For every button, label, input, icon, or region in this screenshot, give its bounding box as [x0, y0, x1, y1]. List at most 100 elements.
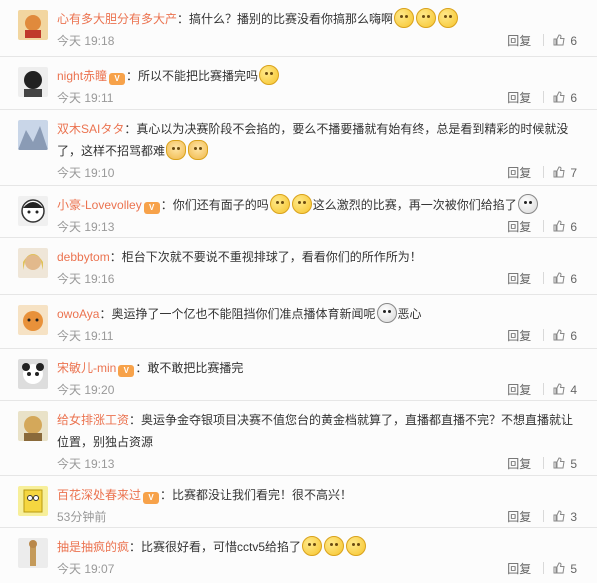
username-link[interactable]: 抽是抽疯的疯 [57, 540, 129, 554]
username-link[interactable]: debbytom [57, 250, 110, 264]
like-count: 4 [570, 383, 577, 397]
like-button[interactable]: 5 [553, 562, 577, 576]
reply-button[interactable]: 回复 [507, 562, 531, 576]
emoji-icon [302, 536, 323, 556]
comment-body: ：奥运争金夺银项目决赛不值您台的黄金档就算了，直播都直播不完？不想直播就让位置，… [57, 413, 574, 449]
timestamp: 今天 19:11 [57, 91, 114, 105]
comment-item: owoAya：奥运挣了一个亿也不能阻挡你们准点播体育新闻呢 恶心 今天 19:11… [0, 295, 597, 349]
comment-meta: 今天 19:20 回复 4 [57, 379, 577, 402]
like-button[interactable]: 6 [553, 34, 577, 48]
comment-item: 小豪-Lovevolley V ：你们还有面子的吗 这么激烈的比赛，再一次被你们给掐了… [0, 186, 597, 238]
avatar[interactable] [18, 196, 48, 226]
vip-badge-icon: V [109, 73, 126, 85]
username-link[interactable]: 双木SAIタタ [57, 122, 124, 136]
comment-text: owoAya：奥运挣了一个亿也不能阻挡你们准点播体育新闻呢 恶心 [57, 303, 577, 325]
vip-badge-icon: V [143, 202, 160, 214]
emoji-icon [324, 536, 345, 556]
divider [543, 562, 545, 574]
reply-button[interactable]: 回复 [507, 510, 531, 524]
comment-actions: 回复 6 [507, 30, 577, 52]
comment-item: 百花深处春来过 V ：比赛都没让我们看完！很不高兴！ 53分钟前 回复 3 [0, 476, 597, 528]
reply-button[interactable]: 回复 [507, 383, 531, 397]
avatar[interactable] [18, 359, 48, 389]
like-button[interactable]: 6 [553, 220, 577, 234]
reply-button[interactable]: 回复 [507, 166, 531, 180]
thumb-up-icon [553, 220, 565, 232]
avatar[interactable] [18, 305, 48, 335]
emoji-icon [438, 8, 459, 28]
comment-item: 抽是抽疯的疯：比赛很好看，可惜cctv5给掐了 今天 19:07 回复 5 [0, 528, 597, 583]
username-link[interactable]: 给女排涨工资 [57, 413, 129, 427]
divider [543, 383, 545, 395]
like-button[interactable]: 4 [553, 383, 577, 397]
comment-text: debbytom：柜台下次就不要说不重视排球了，看看你们的所作所为！ [57, 246, 577, 268]
thumb-up-icon [553, 166, 565, 178]
like-count: 3 [570, 510, 577, 524]
avatar[interactable] [18, 411, 48, 441]
thumb-up-icon [553, 562, 565, 574]
comment-meta: 今天 19:11 回复 6 [57, 325, 577, 348]
comment-actions: 回复 6 [507, 325, 577, 347]
like-count: 5 [570, 562, 577, 576]
username-link[interactable]: 百花深处春来过 [57, 488, 141, 502]
comment-meta: 今天 19:11 回复 6 [57, 87, 577, 110]
comment-meta: 今天 19:18 回复 6 [57, 30, 577, 53]
username-link[interactable]: 小豪-Lovevolley [57, 198, 142, 212]
username-link[interactable]: owoAya [57, 307, 99, 321]
like-button[interactable]: 6 [553, 329, 577, 343]
comment-actions: 回复 7 [507, 162, 577, 184]
reply-button[interactable]: 回复 [507, 34, 531, 48]
reply-button[interactable]: 回复 [507, 220, 531, 234]
comment-meta: 今天 19:13 回复 6 [57, 216, 577, 239]
avatar[interactable] [18, 486, 48, 516]
avatar[interactable] [18, 538, 48, 568]
comment-body: ：比赛很好看，可惜cctv5给掐了 [129, 540, 302, 554]
comment-text: 宋敏儿-min V ：敢不敢把比赛播完 [57, 357, 577, 379]
like-count: 5 [570, 457, 577, 471]
avatar[interactable] [18, 10, 48, 40]
avatar[interactable] [18, 120, 48, 150]
vip-badge-icon: V [143, 492, 160, 504]
comment-body-cont: 恶心 [397, 307, 422, 321]
comment-text: 给女排涨工资：奥运争金夺银项目决赛不值您台的黄金档就算了，直播都直播不完？不想直… [57, 409, 577, 453]
like-button[interactable]: 7 [553, 166, 577, 180]
thumb-up-icon [553, 510, 565, 522]
timestamp: 今天 19:20 [57, 383, 115, 397]
comment-body: ：真心以为决赛阶段不会掐的，要么不播要播就有始有终，总是看到精彩的时候就没了，这… [57, 122, 569, 158]
reply-button[interactable]: 回复 [507, 329, 531, 343]
comment-meta: 今天 19:16 回复 6 [57, 268, 577, 291]
timestamp: 今天 19:07 [57, 562, 115, 576]
comment-body: ：搞什么？播别的比赛没看你搞那么嗨啊 [177, 12, 394, 26]
avatar[interactable] [18, 67, 48, 97]
comment-actions: 回复 4 [507, 379, 577, 401]
comment-body: ：奥运挣了一个亿也不能阻挡你们准点播体育新闻呢 [99, 307, 376, 321]
like-button[interactable]: 6 [553, 91, 577, 105]
comment-actions: 回复 5 [507, 558, 577, 580]
like-button[interactable]: 5 [553, 457, 577, 471]
reply-button[interactable]: 回复 [507, 457, 531, 471]
avatar[interactable] [18, 248, 48, 278]
like-button[interactable]: 3 [553, 510, 577, 524]
comment-item: night赤瞳 V ：所以不能把比赛播完吗 今天 19:11 回复 6 [0, 57, 597, 110]
username-link[interactable]: 宋敏儿-min [57, 361, 116, 375]
comment-item: 给女排涨工资：奥运争金夺银项目决赛不值您台的黄金档就算了，直播都直播不完？不想直… [0, 401, 597, 476]
comment-body-cont: 这么激烈的比赛，再一次被你们给掐了 [312, 198, 517, 212]
like-count: 6 [570, 272, 577, 286]
reply-button[interactable]: 回复 [507, 91, 531, 105]
emoji-icon [259, 65, 280, 85]
like-count: 6 [570, 329, 577, 343]
reply-button[interactable]: 回复 [507, 272, 531, 286]
comment-item: debbytom：柜台下次就不要说不重视排球了，看看你们的所作所为！ 今天 19… [0, 238, 597, 295]
divider [543, 220, 545, 232]
username-link[interactable]: night赤瞳 [57, 69, 107, 83]
emoji-icon [416, 8, 437, 28]
comment-meta: 53分钟前 回复 3 [57, 506, 577, 529]
comment-text: 小豪-Lovevolley V ：你们还有面子的吗 这么激烈的比赛，再一次被你们给掐了 [57, 194, 577, 216]
timestamp: 今天 19:16 [57, 272, 115, 286]
comment-actions: 回复 3 [507, 506, 577, 528]
username-link[interactable]: 心有多大胆分有多大产 [57, 12, 177, 26]
like-count: 6 [570, 91, 577, 105]
comment-meta: 今天 19:10 回复 7 [57, 162, 577, 185]
divider [543, 166, 545, 178]
like-button[interactable]: 6 [553, 272, 577, 286]
